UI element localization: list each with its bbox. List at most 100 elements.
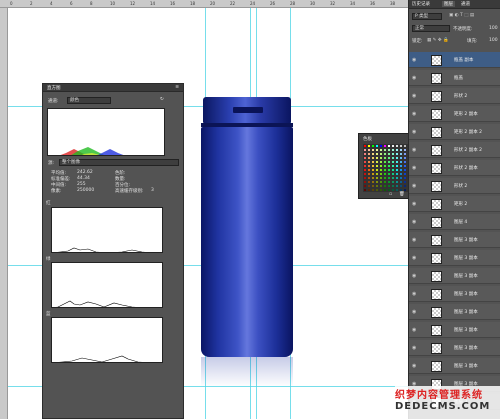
lock-icons[interactable]: ▦ ✎ ✥ 🔒 xyxy=(427,38,449,43)
layer-row[interactable]: ◉ 形状 2 xyxy=(409,178,500,194)
layer-name: 图层 3 副本 xyxy=(454,238,478,243)
bottle-artwork[interactable] xyxy=(201,97,293,357)
layer-row[interactable]: ◉ 矩形 2 副本 xyxy=(409,106,500,122)
stat-value: 250000 xyxy=(77,188,95,193)
eye-icon[interactable]: ◉ xyxy=(412,93,416,99)
ruler-tick: 20 xyxy=(210,1,216,6)
eye-icon[interactable]: ◉ xyxy=(412,291,416,297)
layer-row[interactable]: ◉ 瓶盖 xyxy=(409,70,500,86)
ruler-tick: 36 xyxy=(370,1,376,6)
histogram-panel: 直方图 ≡ 通道: 颜色 ↻ ▲ 源: 整个图像 平均值:242.62标准偏差:… xyxy=(42,83,184,419)
layer-row[interactable]: ◉ 形状 2 xyxy=(409,88,500,104)
eye-icon[interactable]: ◉ xyxy=(412,327,416,333)
layers-panel: 历史记录 图层 通道 P 类型 ▣ ◐ T ⬚ ▤ 正常 不透明度: 100 锁… xyxy=(408,0,500,419)
fill-label: 填充: xyxy=(467,39,478,44)
eye-icon[interactable]: ◉ xyxy=(412,273,416,279)
histogram-panel-header: 直方图 ≡ xyxy=(43,84,183,92)
tab-histogram[interactable]: 直方图 xyxy=(47,85,61,91)
blue-histogram xyxy=(51,317,163,363)
layer-name: 形状 2 xyxy=(454,184,468,189)
layer-row[interactable]: ◉ 矩形 2 xyxy=(409,196,500,212)
stat-value: 255 xyxy=(77,182,86,187)
eye-icon[interactable]: ◉ xyxy=(412,183,416,189)
refresh-icon[interactable]: ↻ xyxy=(160,97,164,102)
layer-row[interactable]: ◉ 图层 3 副本 xyxy=(409,232,500,248)
layer-row[interactable]: ◉ 图层 3 副本 xyxy=(409,286,500,302)
layer-thumbnail xyxy=(431,73,442,84)
ruler-tick: 24 xyxy=(250,1,256,6)
layer-row[interactable]: ◉ 图层 4 xyxy=(409,214,500,230)
eye-icon[interactable]: ◉ xyxy=(412,57,416,63)
filter-icons[interactable]: ▣ ◐ T ⬚ ▤ xyxy=(449,13,474,18)
red-histogram-line xyxy=(57,247,146,252)
ruler-tick: 12 xyxy=(130,1,136,6)
blend-mode-select[interactable]: 正常 xyxy=(412,25,450,32)
layer-name: 形状 2 xyxy=(454,94,468,99)
layer-row[interactable]: ◉ 矩形 2 副本 2 xyxy=(409,124,500,140)
channel-green-label: 绿 xyxy=(46,257,51,262)
watermark-line1: 织梦内容管理系统 xyxy=(395,390,483,401)
stat-value: 242.62 xyxy=(77,170,93,175)
channel-select-value: 颜色 xyxy=(70,98,79,103)
eye-icon[interactable]: ◉ xyxy=(412,201,416,207)
eye-icon[interactable]: ◉ xyxy=(412,345,416,351)
ruler-tick: 2 xyxy=(30,1,33,6)
layer-name: 瓶盖 副本 xyxy=(454,58,474,63)
layer-thumbnail xyxy=(431,235,442,246)
layer-row[interactable]: ◉ 图层 3 副本 xyxy=(409,268,500,284)
layer-row[interactable]: ◉ 图层 3 副本 xyxy=(409,250,500,266)
ruler-tick: 22 xyxy=(230,1,236,6)
eye-icon[interactable]: ◉ xyxy=(412,129,416,135)
eye-icon[interactable]: ◉ xyxy=(412,111,416,117)
layer-name: 形状 2 副本 2 xyxy=(454,148,483,153)
layer-thumbnail xyxy=(431,325,442,336)
panel-menu-icon[interactable]: ≡ xyxy=(175,85,179,90)
delete-swatch-icon[interactable]: 🗑 xyxy=(399,192,405,197)
tab-history[interactable]: 历史记录 xyxy=(412,1,430,7)
layer-thumbnail xyxy=(431,253,442,264)
ruler-tick: 38 xyxy=(390,1,396,6)
eye-icon[interactable]: ◉ xyxy=(412,75,416,81)
tab-layers[interactable]: 图层 xyxy=(442,1,455,7)
eye-icon[interactable]: ◉ xyxy=(412,147,416,153)
layer-row[interactable]: ◉ 形状 2 副本 2 xyxy=(409,142,500,158)
layer-row[interactable]: ◉ 图层 3 副本 xyxy=(409,340,500,356)
source-select[interactable]: 整个图像 xyxy=(59,159,179,166)
stat-value: 3 xyxy=(151,188,154,193)
layer-kind-filter-value: P 类型 xyxy=(415,14,429,19)
top-ruler[interactable]: 0246810121416182022242628303234363840 xyxy=(0,0,415,8)
layer-thumbnail xyxy=(431,91,442,102)
left-ruler[interactable] xyxy=(0,8,8,419)
channel-select[interactable]: 颜色 xyxy=(67,97,111,104)
layer-thumbnail xyxy=(431,109,442,120)
eye-icon[interactable]: ◉ xyxy=(412,309,416,315)
eye-icon[interactable]: ◉ xyxy=(412,237,416,243)
bottle-body xyxy=(201,127,293,357)
layer-name: 图层 3 副本 xyxy=(454,346,478,351)
layer-row[interactable]: ◉ 瓶盖 副本 xyxy=(409,52,500,68)
stat-label: 高速缓存级别: xyxy=(115,189,144,194)
channel-label: 通道: xyxy=(48,99,59,104)
layer-name: 矩形 2 副本 2 xyxy=(454,130,483,135)
eye-icon[interactable]: ◉ xyxy=(412,165,416,171)
eye-icon[interactable]: ◉ xyxy=(412,219,416,225)
source-label: 源: xyxy=(48,161,55,166)
blue-histogram-svg xyxy=(58,355,143,362)
ruler-tick: 28 xyxy=(290,1,296,6)
layer-thumbnail xyxy=(431,163,442,174)
layer-row[interactable]: ◉ 图层 3 副本 xyxy=(409,358,500,374)
eye-icon[interactable]: ◉ xyxy=(412,363,416,369)
tab-channels[interactable]: 通道 xyxy=(461,1,470,7)
layer-kind-filter[interactable]: P 类型 xyxy=(412,13,442,20)
layer-row[interactable]: ◉ 图层 3 副本 xyxy=(409,322,500,338)
layer-name: 形状 2 副本 xyxy=(454,166,478,171)
fill-value[interactable]: 100 xyxy=(489,38,498,43)
new-swatch-icon[interactable]: ▫ xyxy=(389,192,392,197)
eye-icon[interactable]: ◉ xyxy=(412,255,416,261)
layer-row[interactable]: ◉ 图层 3 副本 xyxy=(409,304,500,320)
ruler-tick: 14 xyxy=(150,1,156,6)
channel-blue-label: 蓝 xyxy=(46,312,51,317)
opacity-value[interactable]: 100 xyxy=(489,26,498,31)
layer-row[interactable]: ◉ 形状 2 副本 xyxy=(409,160,500,176)
channel-red-label: 红 xyxy=(46,201,51,206)
